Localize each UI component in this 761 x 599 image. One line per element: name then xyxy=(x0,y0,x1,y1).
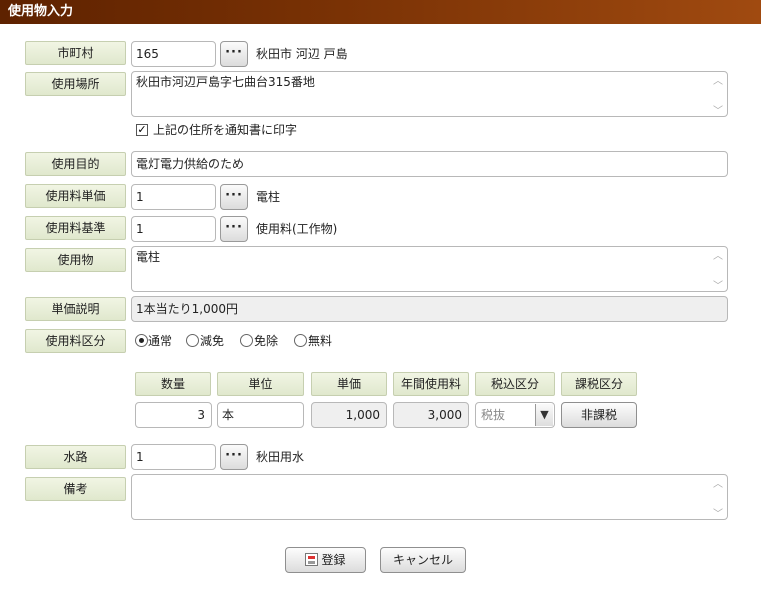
municipality-name: 秋田市 河辺 戸島 xyxy=(256,47,348,61)
chevron-up-icon[interactable]: ︿ xyxy=(713,74,723,87)
usage-item-textarea[interactable]: 電柱 ︿ ﹀ xyxy=(131,246,728,292)
col-header-unit: 単位 xyxy=(217,372,304,396)
waterway-lookup-button[interactable]: ··· xyxy=(220,444,248,470)
label-waterway: 水路 xyxy=(25,445,126,469)
window-title: 使用物入力 xyxy=(0,0,761,24)
fee-category-option-exempt: 免除 xyxy=(254,334,279,348)
label-unit-desc: 単価説明 xyxy=(25,297,126,321)
fee-category-radio-reduced[interactable] xyxy=(186,334,199,347)
annual-fee-field: 3,000 xyxy=(393,402,469,428)
quantity-input[interactable]: 3 xyxy=(135,402,212,428)
fee-category-option-normal: 通常 xyxy=(148,334,173,348)
waterway-code-input[interactable]: 1 xyxy=(131,444,216,470)
fee-category-radio-normal[interactable] xyxy=(135,334,148,347)
fee-category-radio-free[interactable] xyxy=(294,334,307,347)
chevron-up-icon[interactable]: ︿ xyxy=(713,477,723,490)
chevron-down-icon[interactable]: ﹀ xyxy=(713,507,723,520)
col-header-tax-incl: 税込区分 xyxy=(475,372,555,396)
usage-item-text: 電柱 xyxy=(136,250,161,264)
fee-basis-name: 使用料(工作物) xyxy=(256,222,338,236)
chevron-up-icon[interactable]: ︿ xyxy=(713,249,723,262)
unit-price-name: 電柱 xyxy=(256,190,281,204)
tax-incl-select[interactable]: 税抜 ▼ xyxy=(475,402,555,428)
col-header-quantity: 数量 xyxy=(135,372,211,396)
col-header-taxable: 課税区分 xyxy=(561,372,637,396)
cancel-button[interactable]: キャンセル xyxy=(380,547,466,573)
label-usage-item: 使用物 xyxy=(25,248,126,272)
unit-price-code-input[interactable]: 1 xyxy=(131,184,216,210)
label-unit-price: 使用料単価 xyxy=(25,184,126,208)
fee-category-radio-exempt[interactable] xyxy=(240,334,253,347)
register-label: 登録 xyxy=(321,553,346,567)
label-purpose: 使用目的 xyxy=(25,152,126,176)
chevron-down-icon[interactable]: ﹀ xyxy=(713,279,723,292)
label-fee-category: 使用料区分 xyxy=(25,329,126,353)
taxable-button[interactable]: 非課税 xyxy=(561,402,637,428)
col-header-unit-price: 単価 xyxy=(311,372,387,396)
chevron-down-icon[interactable]: ▼ xyxy=(535,404,553,426)
fee-category-option-reduced: 減免 xyxy=(200,334,225,348)
remarks-textarea[interactable]: ︿ ﹀ xyxy=(131,474,728,520)
label-municipality: 市町村 xyxy=(25,41,126,65)
purpose-input[interactable]: 電灯電力供給のため xyxy=(131,151,728,177)
fee-basis-code-input[interactable]: 1 xyxy=(131,216,216,242)
print-address-label: 上記の住所を通知書に印字 xyxy=(153,123,298,137)
location-textarea[interactable]: 秋田市河辺戸島字七曲台315番地 ︿ ﹀ xyxy=(131,71,728,117)
fee-category-option-free: 無料 xyxy=(308,334,333,348)
tax-incl-selected: 税抜 xyxy=(481,408,506,422)
waterway-name: 秋田用水 xyxy=(256,450,305,464)
unit-input[interactable]: 本 xyxy=(217,402,304,428)
fee-basis-lookup-button[interactable]: ··· xyxy=(220,216,248,242)
label-remarks: 備考 xyxy=(25,477,126,501)
col-header-annual-fee: 年間使用料 xyxy=(393,372,469,396)
save-icon xyxy=(305,553,319,566)
unit-price-field: 1,000 xyxy=(311,402,387,428)
municipality-code-input[interactable]: 165 xyxy=(131,41,216,67)
label-fee-basis: 使用料基準 xyxy=(25,216,126,240)
municipality-lookup-button[interactable]: ··· xyxy=(220,41,248,67)
unit-price-lookup-button[interactable]: ··· xyxy=(220,184,248,210)
print-address-checkbox[interactable]: ✓ xyxy=(136,124,148,136)
location-text: 秋田市河辺戸島字七曲台315番地 xyxy=(136,75,315,89)
label-location: 使用場所 xyxy=(25,72,126,96)
chevron-down-icon[interactable]: ﹀ xyxy=(713,104,723,117)
unit-desc-field: 1本当たり1,000円 xyxy=(131,296,728,322)
register-button[interactable]: 登録 xyxy=(285,547,366,573)
